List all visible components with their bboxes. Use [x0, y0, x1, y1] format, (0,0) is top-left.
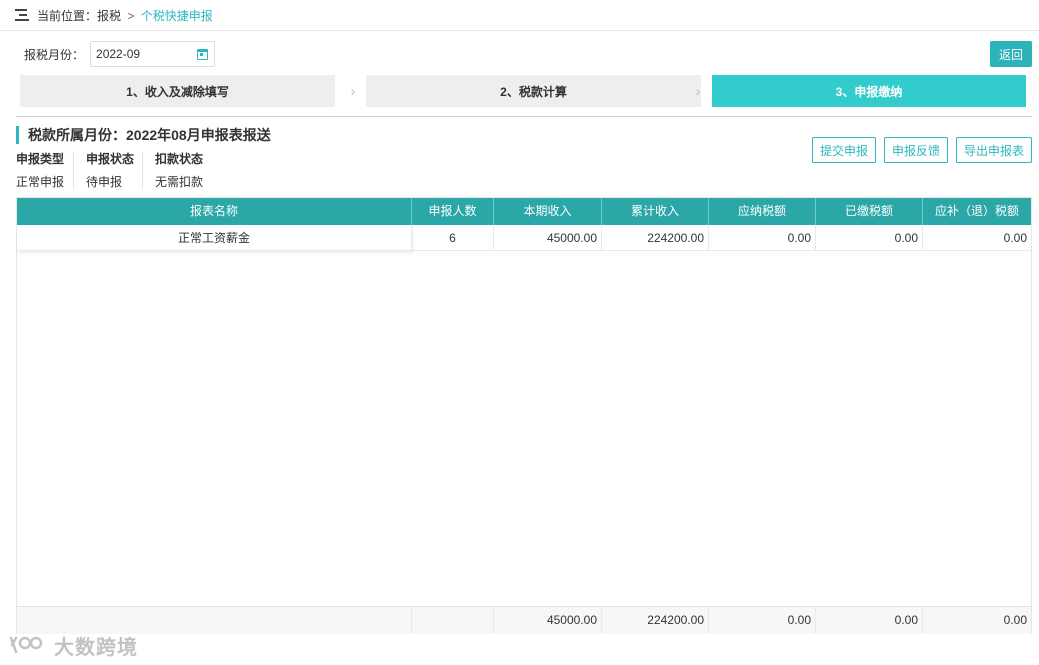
table-footer-row: 45000.00 224200.00 0.00 0.00 0.00: [17, 606, 1031, 634]
chevron-right-icon: ›: [350, 83, 356, 99]
month-value: 2022-09: [96, 47, 141, 61]
declare-type-header: 申报类型: [16, 152, 65, 166]
declaration-table: 报表名称 申报人数 本期收入 累计收入 应纳税额 已缴税额 应补（退）税额 正常…: [16, 197, 1032, 634]
breadcrumb: 当前位置：报税 > 个税快捷申报: [37, 7, 213, 24]
deduction-status-header: 扣款状态: [155, 152, 204, 166]
export-declaration-button[interactable]: 导出申报表: [956, 137, 1032, 163]
month-filter: 报税月份： 2022-09: [24, 41, 216, 67]
breadcrumb-separator: >: [127, 8, 135, 23]
deduction-status-value: 无需扣款: [155, 175, 204, 189]
tax-due-refund-cell: 0.00: [1003, 231, 1027, 245]
breadcrumb-prefix: 当前位置：报税: [37, 8, 122, 23]
divider: [73, 151, 74, 189]
divider: [142, 151, 143, 189]
tax-paid-cell: 0.00: [816, 225, 923, 251]
table-row[interactable]: 正常工资薪金 6 45000.00 224200.00 0.00 0.00 0.…: [17, 225, 1031, 251]
report-name-cell[interactable]: 正常工资薪金: [17, 225, 412, 251]
footer-current-income: 45000.00: [494, 607, 602, 634]
column-header: 应补（退）税额: [934, 204, 1019, 218]
column-header: 应纳税额: [709, 198, 816, 225]
menu-toggle-icon[interactable]: [15, 9, 29, 21]
step-tax-calc[interactable]: 2、税款计算: [366, 75, 701, 107]
deduction-status-block: 扣款状态 无需扣款: [155, 151, 203, 191]
declare-type-block: 申报类型 正常申报: [16, 151, 64, 191]
declare-type-value: 正常申报: [16, 175, 65, 189]
month-picker[interactable]: 2022-09: [90, 41, 216, 67]
step-income[interactable]: 1、收入及减除填写: [20, 75, 335, 107]
chevron-right-icon: ›: [695, 83, 701, 99]
current-income-cell: 45000.00: [494, 225, 602, 251]
breadcrumb-bar: 当前位置：报税 > 个税快捷申报: [0, 0, 1039, 31]
column-header: 本期收入: [494, 198, 602, 225]
step-declare-pay[interactable]: 3、申报缴纳: [712, 75, 1026, 107]
tax-payable-cell: 0.00: [709, 225, 816, 251]
footer-tax-payable: 0.00: [709, 607, 816, 634]
section-title: 税款所属月份：2022年08月申报表报送: [16, 126, 271, 144]
headcount-cell: 6: [412, 225, 494, 251]
month-label: 报税月份：: [24, 47, 85, 62]
footer-tax-due-refund: 0.00: [1003, 613, 1027, 627]
table-header: 报表名称 申报人数 本期收入 累计收入 应纳税额 已缴税额 应补（退）税额: [17, 198, 1031, 225]
divider: [16, 116, 1032, 117]
watermark-text: 大数跨境: [54, 634, 138, 659]
column-header: 累计收入: [602, 198, 709, 225]
declare-status-block: 申报状态 待申报: [86, 151, 134, 191]
breadcrumb-current[interactable]: 个税快捷申报: [141, 9, 213, 23]
footer-cell: [412, 607, 494, 634]
watermark: 大数跨境: [8, 633, 138, 659]
declare-status-header: 申报状态: [86, 152, 135, 166]
back-button[interactable]: 返回: [990, 41, 1032, 67]
footer-tax-paid: 0.00: [816, 607, 923, 634]
column-header: 已缴税额: [816, 198, 923, 225]
calendar-icon[interactable]: [197, 48, 209, 60]
declaration-feedback-button[interactable]: 申报反馈: [884, 137, 948, 163]
declare-status-value: 待申报: [86, 175, 123, 189]
submit-declaration-button[interactable]: 提交申报: [812, 137, 876, 163]
footer-cumulative-income: 224200.00: [602, 607, 709, 634]
watermark-logo-icon: [9, 636, 43, 654]
column-header: 报表名称: [17, 198, 412, 225]
column-header: 申报人数: [412, 198, 494, 225]
cumulative-income-cell: 224200.00: [602, 225, 709, 251]
